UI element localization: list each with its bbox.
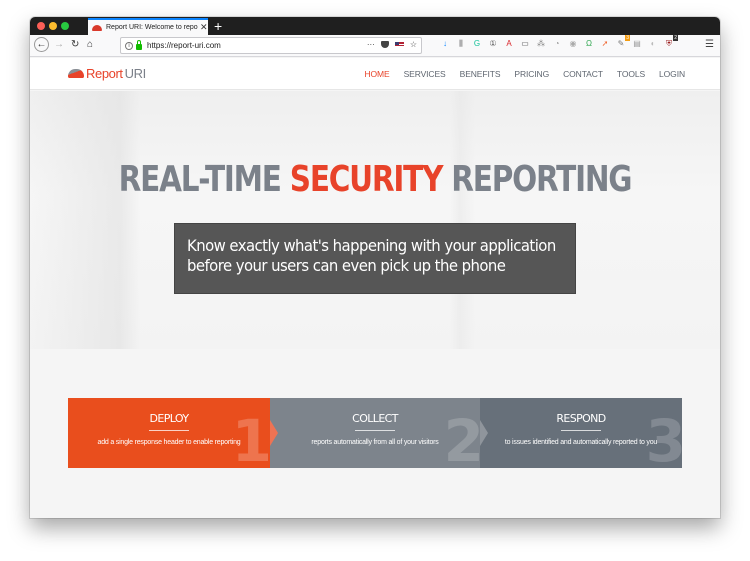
logo-text-uri: URI (124, 66, 147, 81)
extension-8-icon[interactable]: ◔ (552, 39, 562, 49)
reload-button[interactable]: ↻ (71, 39, 79, 50)
hero-tagline-line-2: before your users can even pick up the p… (187, 256, 506, 275)
nav-services[interactable]: SERVICES (404, 69, 446, 79)
site-header: Report URI HOME SERVICES BENEFITS PRICING CO… (30, 58, 720, 90)
new-tab-button[interactable]: + (214, 18, 222, 34)
step-divider (149, 430, 189, 431)
url-bar[interactable]: i https://report-uri.com ··· ☆ (120, 37, 422, 54)
nav-home[interactable]: HOME (364, 69, 389, 79)
extension-13-icon[interactable]: ▤ (632, 39, 642, 49)
extension-badge: 2 (673, 35, 678, 41)
step-description: add a single response header to enable r… (97, 439, 241, 446)
tab-report-uri[interactable]: Report URI: Welcome to report-uri ✕ (88, 18, 208, 35)
hero-section: REAL-TIME SECURITY REPORTING Know exactl… (30, 91, 720, 349)
step-title: RESPOND (556, 412, 606, 425)
step-title: DEPLOY (149, 412, 190, 425)
extension-icons: ↓ ⫼ G ① A ▭ ⁂ ◔ ◉ Ω ➚ ✎ 3 ▤ ◐ ⛨ 2 (440, 35, 678, 49)
browser-window: Report URI: Welcome to report-uri ✕ + ← … (30, 17, 720, 518)
hero-tagline-line-1: Know exactly what's happening with your … (187, 236, 556, 255)
pocket-icon[interactable] (380, 41, 389, 48)
url-text[interactable]: https://report-uri.com (147, 41, 221, 50)
extension-11-icon[interactable]: ➚ (600, 39, 610, 49)
extension-14-icon[interactable]: ◐ (648, 39, 658, 49)
flag-icon[interactable] (394, 41, 404, 48)
step-collect: COLLECT reports automatically from all o… (270, 398, 480, 468)
minimize-window-button[interactable] (49, 22, 57, 30)
chevron-right-icon (270, 420, 278, 446)
step-description: reports automatically from all of your v… (311, 439, 439, 446)
step-divider (355, 430, 395, 431)
maximize-window-button[interactable] (61, 22, 69, 30)
reader-icon[interactable]: ▭ (520, 39, 530, 49)
tab-bar: Report URI: Welcome to report-uri ✕ + (30, 17, 720, 35)
back-button[interactable]: ← (34, 37, 49, 52)
nav-pricing[interactable]: PRICING (514, 69, 549, 79)
step-respond: RESPOND to issues identified and automat… (480, 398, 682, 468)
tab-title: Report URI: Welcome to report-uri (106, 24, 198, 31)
nav-tools[interactable]: TOOLS (617, 69, 645, 79)
cloud-logo-icon (68, 69, 84, 78)
hero-title: REAL-TIME SECURITY REPORTING (92, 159, 658, 200)
nav-benefits[interactable]: BENEFITS (460, 69, 501, 79)
info-icon[interactable]: i (125, 41, 133, 50)
step-description: to issues identified and automatically r… (504, 439, 658, 446)
extension-10-icon[interactable]: Ω (584, 39, 594, 49)
step-divider (561, 430, 601, 431)
logo-text-report: Report (86, 66, 123, 81)
close-window-button[interactable] (37, 22, 45, 30)
grammarly-icon[interactable]: G (472, 39, 482, 49)
hero-title-post: REPORTING (442, 159, 632, 200)
extension-badge: 3 (625, 35, 630, 41)
extension-9-icon[interactable]: ◉ (568, 39, 578, 49)
hamburger-menu-icon[interactable]: ☰ (705, 39, 714, 50)
step-deploy: DEPLOY add a single response header to e… (68, 398, 270, 468)
close-tab-icon[interactable]: ✕ (200, 22, 208, 33)
acrobat-icon[interactable]: A (504, 39, 514, 49)
extension-7-icon[interactable]: ⁂ (536, 39, 546, 49)
library-icon[interactable]: ⫼ (456, 39, 466, 49)
browser-toolbar: ← → ↻ ⌂ i https://report-uri.com ··· ☆ ↓… (30, 35, 720, 57)
home-button[interactable]: ⌂ (87, 39, 93, 50)
step-title: COLLECT (352, 412, 398, 425)
extension-15-icon[interactable]: ⛨ 2 (664, 35, 678, 49)
download-icon[interactable]: ↓ (440, 39, 450, 49)
hero-title-pre: REAL-TIME (118, 159, 290, 200)
favicon-icon (92, 24, 102, 31)
hero-title-accent: SECURITY (289, 159, 444, 200)
lock-icon (136, 39, 142, 50)
steps-panel: DEPLOY add a single response header to e… (68, 398, 682, 468)
page-actions-button[interactable]: ··· (367, 40, 375, 49)
extension-12-icon[interactable]: ✎ 3 (616, 35, 630, 49)
chevron-right-icon (480, 420, 488, 446)
nav-contact[interactable]: CONTACT (563, 69, 603, 79)
forward-button[interactable]: → (54, 39, 64, 50)
nav-login[interactable]: LOGIN (659, 69, 685, 79)
main-nav: HOME SERVICES BENEFITS PRICING CONTACT TOOLS L… (364, 69, 685, 79)
bookmark-star-icon[interactable]: ☆ (410, 40, 417, 49)
hero-tagline-box: Know exactly what's happening with your … (174, 223, 576, 294)
1password-icon[interactable]: ① (488, 39, 498, 49)
report-uri-logo[interactable]: Report URI (68, 66, 146, 81)
